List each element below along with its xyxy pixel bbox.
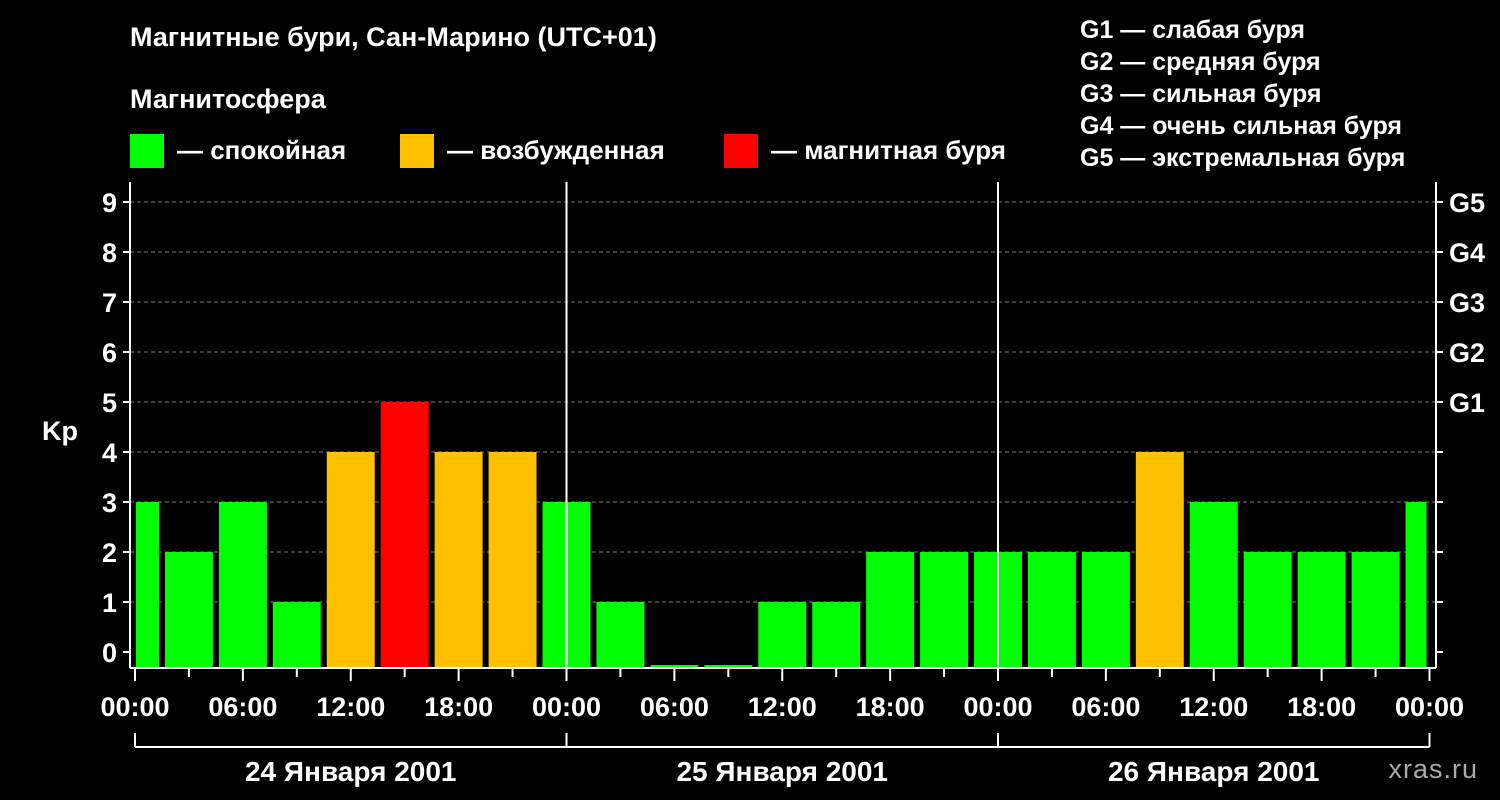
g-tick-label-g4: G4 <box>1449 238 1485 268</box>
y-tick-label-4: 4 <box>102 438 117 468</box>
kp-bar-17 <box>1027 552 1076 668</box>
y-tick-label-1: 1 <box>102 588 117 618</box>
y-tick-label-8: 8 <box>102 238 117 268</box>
day-label-2: 26 Января 2001 <box>1108 756 1320 787</box>
y-tick-label-2: 2 <box>102 538 117 568</box>
kp-bar-20 <box>1189 502 1238 668</box>
y-axis-label: Kp <box>42 416 78 446</box>
kp-bar-22 <box>1297 552 1346 668</box>
x-tick-label-1: 06:00 <box>208 692 277 722</box>
kp-bar-6 <box>434 452 483 668</box>
watermark: xras.ru <box>1388 754 1478 784</box>
y-tick-label-6: 6 <box>102 338 117 368</box>
g-tick-label-g1: G1 <box>1449 388 1485 418</box>
kp-bar-1 <box>164 552 213 668</box>
y-tick-label-7: 7 <box>102 288 117 318</box>
kp-bar-3 <box>272 602 321 668</box>
kp-bar-13 <box>812 602 861 668</box>
x-tick-label-7: 18:00 <box>856 692 925 722</box>
kp-bar-14 <box>866 552 915 668</box>
kp-bar-19 <box>1135 452 1184 668</box>
kp-bar-2 <box>218 502 267 668</box>
x-tick-label-12: 00:00 <box>1395 692 1464 722</box>
y-tick-label-0: 0 <box>102 638 117 668</box>
day-label-0: 24 Января 2001 <box>245 756 457 787</box>
kp-bar-24 <box>1405 502 1427 668</box>
kp-chart: 0 1 2 3 4 5 6 7 8 9 G1 G2 G3 G4 G5 Kp 00:00 06:00 12:00 18:… <box>42 182 1485 787</box>
x-tick-label-4: 00:00 <box>532 692 601 722</box>
day-label-1: 25 Января 2001 <box>676 756 888 787</box>
g-tick-label-g2: G2 <box>1449 338 1485 368</box>
y-tick-label-3: 3 <box>102 488 117 518</box>
x-tick-label-2: 12:00 <box>316 692 385 722</box>
x-tick-label-9: 06:00 <box>1071 692 1140 722</box>
x-tick-label-3: 18:00 <box>424 692 493 722</box>
kp-bar-21 <box>1243 552 1292 668</box>
y-tick-label-9: 9 <box>102 188 117 218</box>
kp-bar-12 <box>758 602 807 668</box>
x-tick-label-10: 12:00 <box>1179 692 1248 722</box>
kp-bar-9 <box>596 602 645 668</box>
kp-bar-23 <box>1351 552 1400 668</box>
x-tick-label-8: 00:00 <box>963 692 1032 722</box>
x-tick-label-0: 00:00 <box>100 692 169 722</box>
x-tick-label-11: 18:00 <box>1287 692 1356 722</box>
x-tick-label-6: 12:00 <box>748 692 817 722</box>
x-tick-label-5: 06:00 <box>640 692 709 722</box>
kp-bar-7 <box>488 452 537 668</box>
kp-bar-4 <box>326 452 375 668</box>
kp-bar-0 <box>136 502 159 668</box>
g-tick-label-g5: G5 <box>1449 188 1485 218</box>
g-tick-label-g3: G3 <box>1449 288 1485 318</box>
kp-bar-15 <box>920 552 969 668</box>
kp-bar-18 <box>1081 552 1130 668</box>
y-tick-label-5: 5 <box>102 388 117 418</box>
kp-bar-5 <box>380 402 429 668</box>
